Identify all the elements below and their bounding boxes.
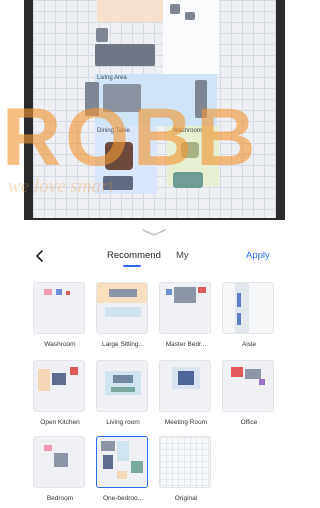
template-label: Original (174, 495, 198, 502)
furniture-table (103, 84, 141, 112)
template-thumbnail (96, 282, 148, 334)
template-original[interactable]: Original (156, 436, 216, 502)
template-thumbnail (96, 360, 148, 412)
floor-plan-map[interactable]: Living Area Dining Table Washroom (33, 0, 276, 218)
template-thumbnail (33, 360, 85, 412)
template-large-sitting[interactable]: Large Sitting... (93, 282, 153, 348)
template-living-room[interactable]: Living room (93, 360, 153, 426)
template-label: Office (240, 419, 258, 426)
template-label: Master Bedr... (165, 341, 207, 348)
template-label: Large Sitting... (102, 341, 144, 348)
template-thumbnail (159, 436, 211, 488)
room-label-dining: Dining Table (97, 128, 130, 134)
room-label-living: Living Area (97, 75, 127, 81)
template-thumbnail (222, 360, 274, 412)
furniture-toilet (181, 142, 199, 158)
furniture-dining-table (105, 142, 133, 170)
tab-my[interactable]: My (176, 250, 189, 261)
chevron-down-icon[interactable] (141, 225, 167, 236)
furniture-lamp (170, 4, 180, 14)
back-button[interactable] (30, 246, 50, 266)
template-label: Aisle (241, 341, 257, 348)
template-thumbnail (222, 282, 274, 334)
template-bottom-sheet: Recommend My Apply Washroom Large Sittin… (0, 220, 309, 508)
zone-peach (97, 0, 163, 22)
furniture-cabinet-right (195, 80, 207, 118)
furniture-sofa (95, 44, 155, 66)
screen: Living Area Dining Table Washroom ROBB w… (0, 0, 309, 508)
template-master-bedroom[interactable]: Master Bedr... (156, 282, 216, 348)
template-bedroom[interactable]: Bedroom (30, 436, 90, 502)
template-label: Open Kitchen (40, 419, 80, 426)
template-one-bedroom[interactable]: One-bedroo... (93, 436, 153, 502)
template-aisle[interactable]: Aisle (219, 282, 279, 348)
tab-recommend[interactable]: Recommend (107, 250, 161, 261)
furniture-cabinet (96, 28, 108, 42)
active-tab-indicator (123, 265, 141, 267)
template-open-kitchen[interactable]: Open Kitchen (30, 360, 90, 426)
template-label: Meeting Room (164, 419, 208, 426)
template-thumbnail (159, 282, 211, 334)
chevron-left-icon (30, 250, 50, 270)
furniture-bathtub (173, 172, 203, 188)
template-office[interactable]: Office (219, 360, 279, 426)
apply-button[interactable]: Apply (246, 250, 270, 261)
furniture-chair-left (85, 82, 99, 116)
template-thumbnail (33, 436, 85, 488)
template-label: One-bedroo... (102, 495, 144, 502)
template-thumbnail-selected (96, 436, 148, 488)
furniture-tv-stand (103, 176, 133, 190)
template-label: Bedroom (46, 495, 74, 502)
sheet-header: Recommend My Apply (0, 244, 309, 268)
furniture-side-table (185, 12, 195, 20)
template-label: Washroom (44, 341, 76, 348)
room-label-washroom: Washroom (173, 128, 202, 134)
template-washroom[interactable]: Washroom (30, 282, 90, 348)
template-label: Living room (106, 419, 140, 426)
template-thumbnail (33, 282, 85, 334)
template-meeting-room[interactable]: Meeting Room (156, 360, 216, 426)
template-thumbnail (159, 360, 211, 412)
